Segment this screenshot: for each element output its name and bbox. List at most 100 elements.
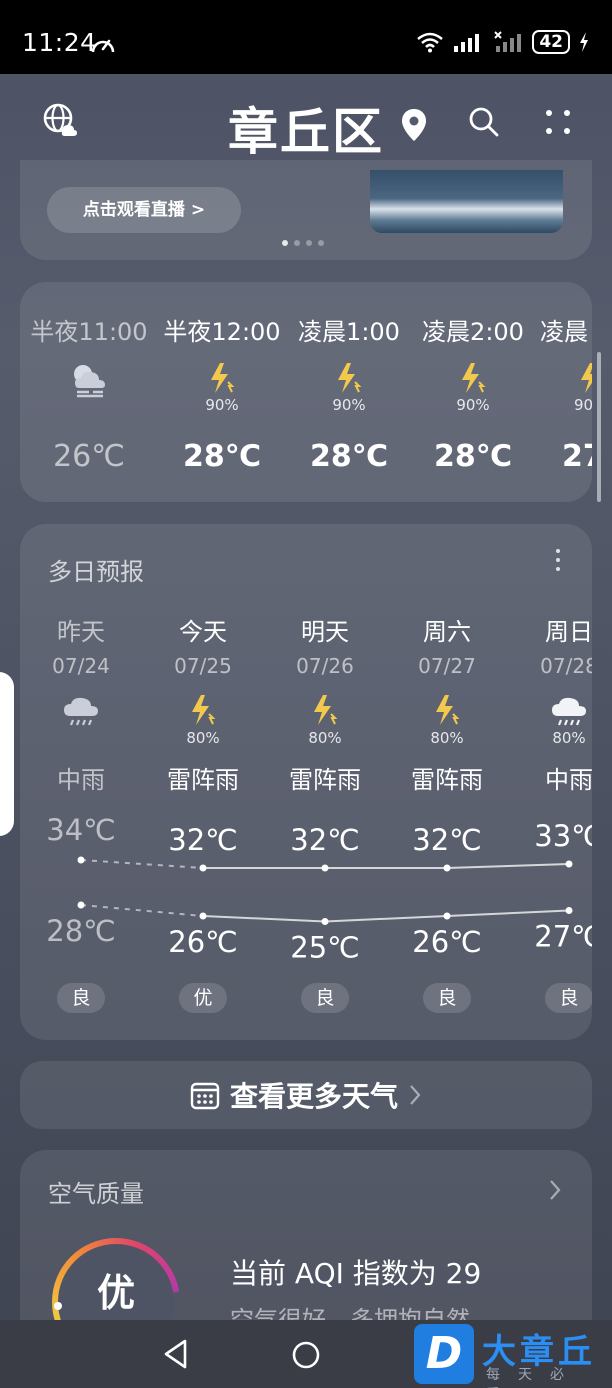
watch-live-button[interactable]: 点击观看直播 > — [47, 187, 241, 233]
day-name: 明天 — [301, 618, 349, 646]
low-temp-line-segment — [324, 915, 448, 923]
day-probability: 80% — [186, 729, 220, 747]
wifi-icon — [417, 32, 444, 53]
high-temp-label: 32℃ — [168, 823, 237, 857]
day-probability: 80% — [308, 729, 342, 747]
hour-probability: 90 — [574, 396, 592, 414]
day-date: 07/28 — [540, 654, 592, 678]
low-temp-line-segment — [202, 915, 326, 923]
day-date: 07/25 — [174, 654, 232, 678]
high-temp-label: 33℃ — [534, 819, 592, 853]
hour-time: 半夜12:00 — [163, 318, 281, 346]
carousel-dot — [306, 240, 312, 246]
day-probability: 80% — [430, 729, 464, 747]
side-drawer-handle[interactable] — [0, 672, 14, 836]
carousel-dot — [294, 240, 300, 246]
day-aqi-badge: 良 — [301, 983, 349, 1013]
hour-time: 凌晨1:00 — [298, 318, 400, 346]
day-aqi-badge: 良 — [57, 983, 105, 1013]
signal-icon — [454, 34, 480, 52]
hour-probability: 90% — [456, 396, 490, 414]
high-temp-point — [77, 856, 85, 864]
charging-icon — [580, 32, 588, 52]
rain-cloud-icon — [20, 694, 142, 728]
lightning-icon — [408, 362, 538, 398]
high-temp-label: 34℃ — [46, 813, 115, 847]
day-aqi-badge: 良 — [423, 983, 471, 1013]
high-temp-line-segment — [80, 859, 204, 869]
day-description: 中雨 — [57, 766, 105, 794]
more-weather-label: 查看更多天气 — [229, 1080, 398, 1113]
high-temp-label: 32℃ — [290, 823, 359, 857]
day-name: 昨天 — [57, 618, 105, 646]
status-bar: 11:24 42 — [0, 0, 612, 74]
scrollbar[interactable] — [597, 352, 601, 502]
more-menu-icon[interactable] — [538, 102, 578, 142]
day-date: 07/24 — [52, 654, 110, 678]
watermark-subtitle: 每天必看 — [486, 1367, 582, 1388]
low-temp-point — [443, 912, 451, 920]
more-weather-button[interactable]: 查看更多天气 — [20, 1061, 592, 1129]
high-temp-label: 32℃ — [412, 823, 481, 857]
low-temp-label: 26℃ — [412, 925, 481, 959]
battery-level: 42 — [532, 30, 570, 54]
high-temp-line-segment — [446, 863, 570, 869]
lightning-icon — [284, 362, 414, 398]
high-temp-point — [443, 864, 451, 872]
low-temp-label: 25℃ — [290, 931, 359, 965]
back-icon[interactable] — [162, 1338, 190, 1370]
day-date: 07/27 — [418, 654, 476, 678]
hour-temperature: 27 — [562, 439, 592, 474]
city-name[interactable]: 章丘区 — [0, 92, 612, 164]
more-weather-row: 查看更多天气 — [20, 1061, 592, 1129]
hour-temperature: 28℃ — [182, 439, 262, 474]
watermark-logo: D — [414, 1324, 474, 1384]
hour-temperature: 28℃ — [309, 439, 389, 474]
day-description: 雷阵雨 — [167, 766, 239, 794]
day-name: 今天 — [179, 618, 227, 646]
day-description: 中雨 — [545, 766, 592, 794]
day-description: 雷阵雨 — [411, 766, 483, 794]
lightning-icon — [264, 694, 386, 728]
lightning-icon — [157, 362, 287, 398]
live-broadcast-card: 点击观看直播 > — [20, 160, 592, 260]
carousel-dots — [282, 240, 324, 246]
hour-probability: 90% — [332, 396, 366, 414]
low-temp-label: 26℃ — [168, 925, 237, 959]
signal-off-icon — [494, 31, 522, 52]
carousel-dot — [318, 240, 324, 246]
hourly-forecast-card[interactable]: 半夜11:00 26℃ 半夜12:00 90% 28℃ 凌晨1:00 90% 2… — [20, 282, 592, 502]
watermark: D 大章丘 每天必看 — [414, 1324, 612, 1388]
home-icon[interactable] — [291, 1340, 321, 1370]
day-probability: 80% — [552, 729, 586, 747]
header: 章丘区 — [0, 74, 612, 170]
high-temp-point — [565, 860, 573, 868]
speedometer-icon — [91, 39, 115, 53]
carousel-dot — [282, 240, 288, 246]
low-temp-label: 28℃ — [46, 914, 115, 948]
day-name: 周日 — [545, 618, 592, 646]
air-quality-title: 空气质量 — [48, 1180, 144, 1208]
day-description: 雷阵雨 — [289, 766, 361, 794]
day-aqi-badge: 良 — [545, 983, 592, 1013]
low-temp-point — [321, 918, 329, 925]
day-aqi-badge: 优 — [179, 983, 227, 1013]
calendar-icon — [190, 1082, 220, 1110]
lightning-icon — [142, 694, 264, 728]
status-time: 11:24 — [22, 28, 97, 57]
day-name: 周六 — [423, 618, 471, 646]
hour-time: 半夜11:00 — [30, 318, 148, 346]
aqi-level: 优 — [96, 1271, 135, 1315]
status-icons: 42 — [416, 30, 590, 54]
low-temp-label: 27℃ — [534, 920, 592, 954]
hour-time: 凌晨2:00 — [422, 318, 524, 346]
live-thumbnail[interactable] — [370, 170, 563, 233]
hour-probability: 90% — [205, 396, 239, 414]
high-temp-point — [321, 864, 329, 872]
daily-forecast-card[interactable]: 多日预报 34℃ 28℃ 32℃ 26℃ 32℃ 25℃ 32℃ 26℃ 33℃ 27℃ 昨天 0… — [20, 524, 592, 1040]
lightning-icon — [386, 694, 508, 728]
search-icon[interactable] — [464, 102, 504, 142]
hour-temperature: 26℃ — [53, 439, 125, 474]
chevron-right-icon[interactable] — [548, 1178, 562, 1202]
location-pin-icon — [402, 109, 426, 141]
